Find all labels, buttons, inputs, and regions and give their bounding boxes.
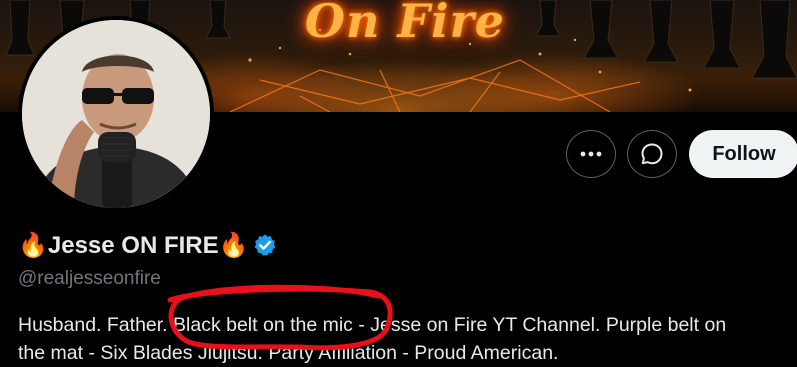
more-horizontal-icon — [580, 151, 602, 157]
profile-name-row: 🔥Jesse ON FIRE🔥 — [18, 228, 277, 262]
bio-line: Husband. Father. Black belt on the mic -… — [18, 314, 727, 336]
more-options-button[interactable] — [566, 130, 616, 178]
avatar-portrait-image — [22, 20, 210, 208]
message-button[interactable] — [627, 130, 677, 178]
verified-badge-icon[interactable] — [253, 233, 277, 257]
follow-button[interactable]: Follow — [689, 130, 797, 178]
message-bubble-icon — [641, 143, 663, 165]
profile-bio: Husband. Father. Black belt on the mic -… — [18, 311, 797, 367]
bio-line: the mat - Six Blades Jiujitsu. Party Aff… — [18, 342, 559, 364]
banner-title: On Fire — [304, 0, 506, 48]
profile-handle: @realjesseonfire — [18, 268, 161, 289]
display-name: 🔥Jesse ON FIRE🔥 — [18, 231, 249, 259]
avatar[interactable] — [18, 16, 214, 212]
